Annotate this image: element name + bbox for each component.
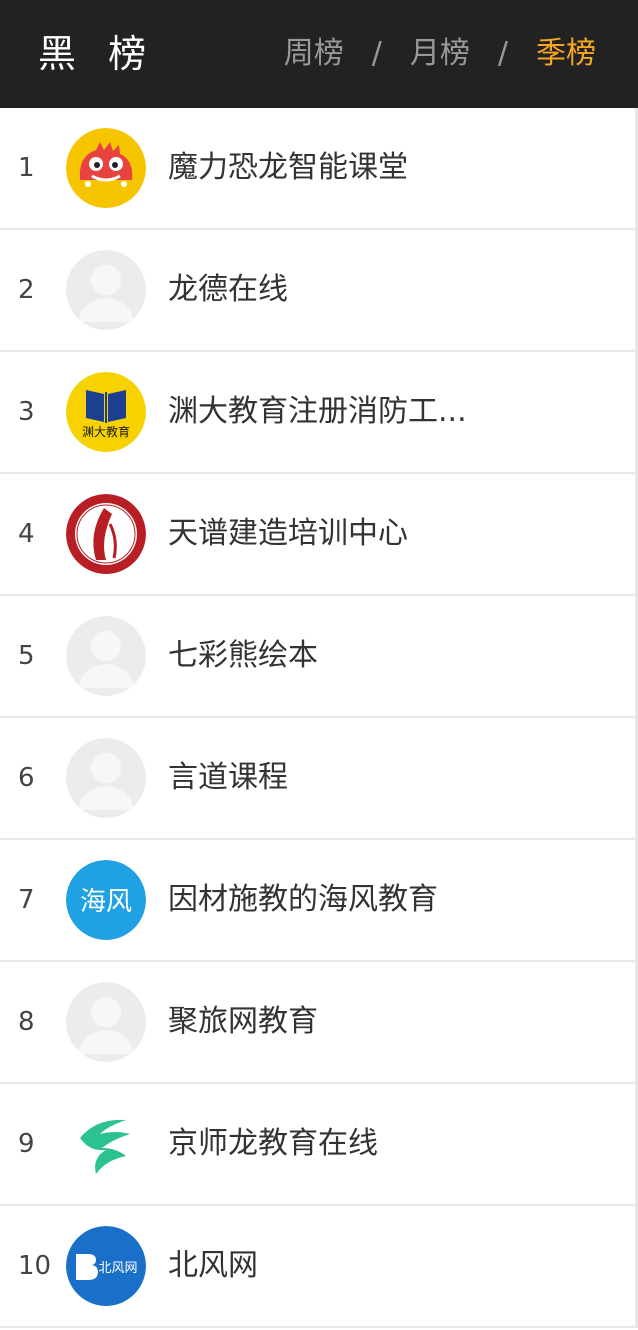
avatar-text: 北风网 xyxy=(98,1261,137,1276)
dragon-logo-icon xyxy=(66,1104,146,1184)
list-item[interactable]: 8 聚旅网教育 xyxy=(0,962,635,1084)
tab-monthly[interactable]: 月榜 xyxy=(410,36,470,72)
rank-number: 4 xyxy=(18,519,35,549)
list-item[interactable]: 2 龙德在线 xyxy=(0,230,635,352)
rank-number: 10 xyxy=(18,1251,52,1281)
org-name: 因材施教的海风教育 xyxy=(168,882,438,917)
avatar-text: 渊大教育 xyxy=(82,424,130,439)
org-name: 渊大教育注册消防工... xyxy=(168,394,467,429)
list-item[interactable]: 3 渊大教育 渊大教育注册消防工... xyxy=(0,352,635,474)
org-name: 北风网 xyxy=(168,1248,258,1283)
rank-number: 6 xyxy=(18,763,35,793)
beifeng-logo-icon: 北风网 xyxy=(66,1226,146,1306)
rank-number: 9 xyxy=(18,1129,35,1159)
page-title: 黑 榜 xyxy=(38,32,157,76)
top-bar: 黑 榜 周榜 / 月榜 / 季榜 xyxy=(0,0,638,108)
ranking-list: 1 魔力恐龙智能课堂 2 龙德在线 3 渊大教育 渊大教育注册消防工... 4 … xyxy=(0,108,638,1328)
list-item[interactable]: 1 魔力恐龙智能课堂 xyxy=(0,108,635,230)
org-name: 京师龙教育在线 xyxy=(168,1126,378,1161)
rank-number: 7 xyxy=(18,885,35,915)
tab-weekly[interactable]: 周榜 xyxy=(284,36,344,72)
rank-number: 2 xyxy=(18,275,35,305)
haifeng-logo-icon: 海风 xyxy=(66,860,146,940)
tab-separator: / xyxy=(371,36,382,71)
list-item[interactable]: 6 言道课程 xyxy=(0,718,635,840)
org-name: 魔力恐龙智能课堂 xyxy=(168,150,408,185)
list-item[interactable]: 5 七彩熊绘本 xyxy=(0,596,635,718)
tab-separator: / xyxy=(497,36,508,71)
org-name: 龙德在线 xyxy=(168,272,288,307)
list-item[interactable]: 7 海风 因材施教的海风教育 xyxy=(0,840,635,962)
rank-number: 8 xyxy=(18,1007,35,1037)
org-name: 七彩熊绘本 xyxy=(168,638,318,673)
org-name: 天谱建造培训中心 xyxy=(168,516,408,551)
rank-number: 3 xyxy=(18,397,35,427)
default-user-icon xyxy=(66,982,146,1062)
dinosaur-logo-icon xyxy=(66,128,146,208)
default-user-icon xyxy=(66,250,146,330)
rank-number: 5 xyxy=(18,641,35,671)
avatar-text: 海风 xyxy=(80,887,132,917)
red-seal-logo-icon xyxy=(66,494,146,574)
period-tabs: 周榜 / 月榜 / 季榜 xyxy=(284,36,596,72)
rank-number: 1 xyxy=(18,153,35,183)
org-name: 聚旅网教育 xyxy=(168,1004,318,1039)
default-user-icon xyxy=(66,738,146,818)
tab-quarterly[interactable]: 季榜 xyxy=(536,36,596,72)
default-user-icon xyxy=(66,616,146,696)
list-item[interactable]: 4 天谱建造培训中心 xyxy=(0,474,635,596)
org-name: 言道课程 xyxy=(168,760,288,795)
list-item[interactable]: 9 京师龙教育在线 xyxy=(0,1084,635,1206)
list-item[interactable]: 10 北风网 北风网 xyxy=(0,1206,635,1328)
book-logo-icon: 渊大教育 xyxy=(66,372,146,452)
